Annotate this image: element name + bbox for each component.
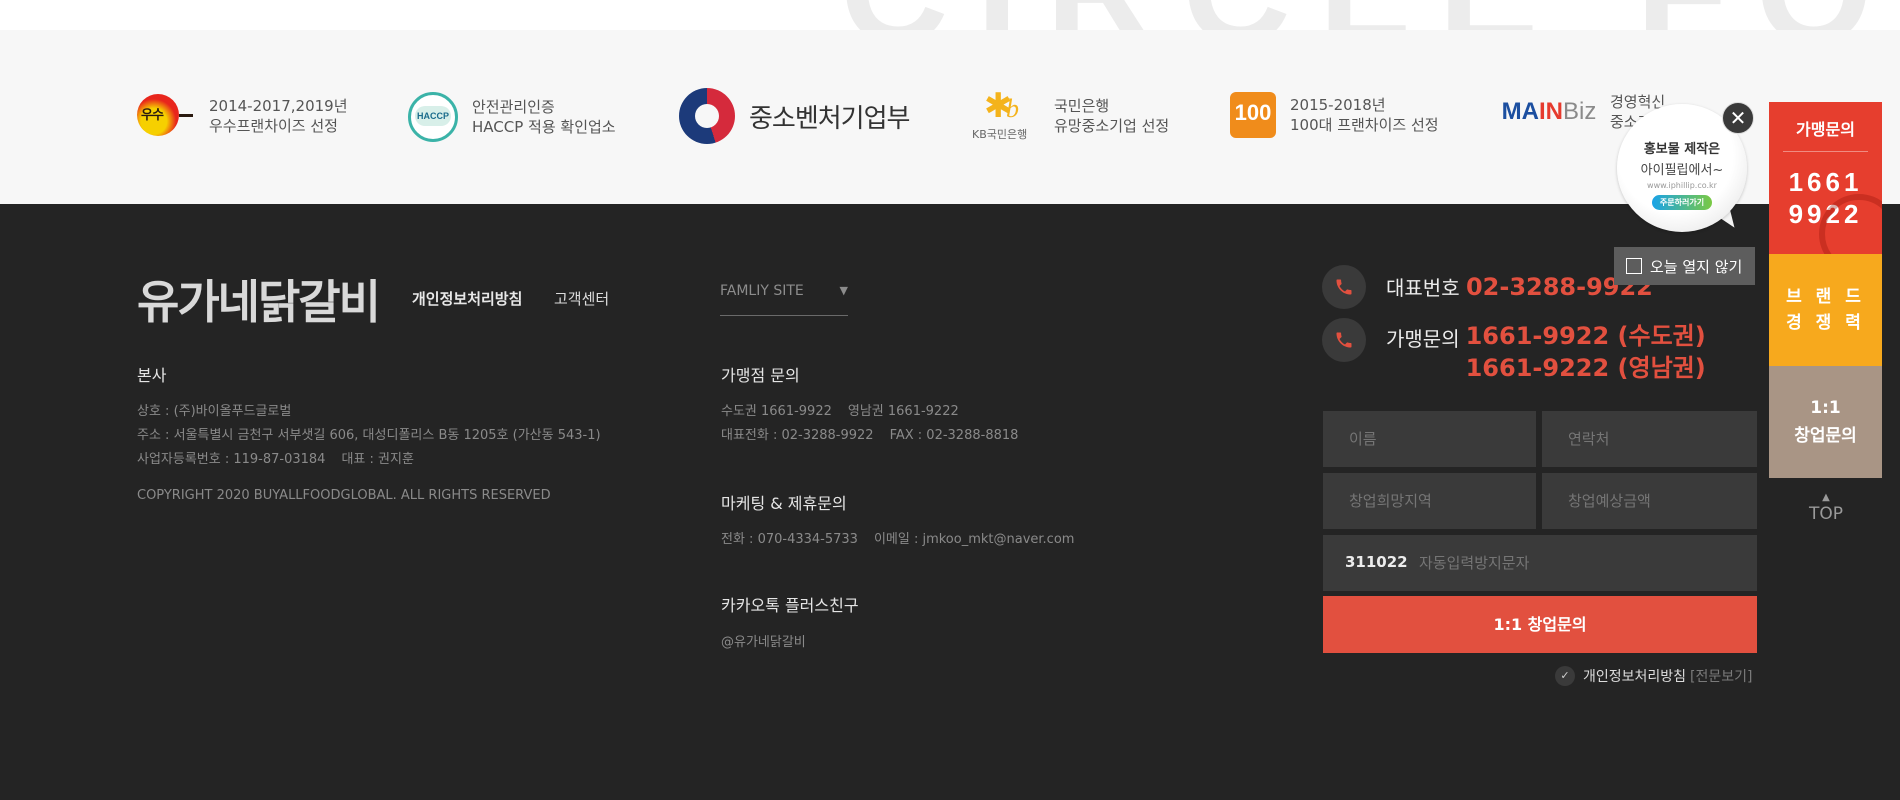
franchise-capital-number: 수도권 1661-9922: [721, 404, 832, 419]
popup-line-1: 홍보물 제작은: [1643, 142, 1721, 157]
check-icon[interactable]: ✓: [1555, 666, 1575, 686]
franchise-inquiry-title: 가맹점 문의: [721, 366, 800, 385]
cert-kb-bank: ✱ b KB국민은행 국민은행 유망중소기업 선정: [970, 86, 1170, 142]
budget-input[interactable]: [1568, 492, 1757, 510]
hq-info: 상호 : (주)바이올푸드글로벌 주소 : 서울특별시 금천구 서부샛길 606…: [137, 400, 601, 472]
cert-line-2: 유망중소기업 선정: [1054, 117, 1170, 135]
quick-franchise-number-1: 1661: [1788, 167, 1863, 197]
name-field[interactable]: [1323, 411, 1536, 467]
privacy-agree-label: 개인정보처리방침: [1583, 669, 1687, 685]
hq-ceo: 대표 : 권지훈: [341, 452, 414, 467]
copyright-text: COPYRIGHT 2020 BUYALLFOODGLOBAL. ALL RIG…: [137, 488, 551, 503]
brand-power-line-2: 경 쟁 력: [1786, 313, 1865, 333]
no-show-today-label: 오늘 열지 않기: [1650, 257, 1743, 276]
cert-line-1: 2014-2017,2019년: [209, 97, 348, 115]
chevron-down-icon: ▼: [839, 284, 848, 297]
franchise-phone-number-1[interactable]: 1661-9922 (수도권): [1466, 320, 1706, 352]
quick-menu: 가맹문의 1661 9922 브 랜 드 경 쟁 력 1:1 창업문의: [1769, 102, 1882, 478]
mainbiz-logo-icon: MA IN Biz: [1501, 98, 1597, 125]
ministry-sme-label: 중소벤처기업부: [749, 103, 910, 134]
popup-order-button[interactable]: 주문하러가기: [1651, 195, 1713, 210]
kb-bank-logo-icon: ✱ b KB국민은행: [972, 86, 1028, 141]
marketing-tel: 전화 : 070-4334-5733: [721, 532, 858, 547]
popup-url: www.iphillip.co.kr: [1647, 181, 1717, 190]
phone-icon: [1322, 318, 1366, 362]
consult-line-2: 창업문의: [1794, 426, 1857, 446]
arrow-up-icon: ▲: [1822, 492, 1830, 503]
quick-consult-button[interactable]: 1:1 창업문의: [1769, 366, 1882, 478]
phone-field[interactable]: [1542, 411, 1757, 467]
brand-power-line-1: 브 랜 드: [1786, 287, 1865, 307]
region-field[interactable]: [1323, 473, 1536, 529]
kakao-id: @유가네닭갈비: [721, 635, 806, 650]
main-phone-row: 대표번호 02-3288-9922: [1322, 265, 1653, 309]
cert-haccp: HACCP 안전관리인증 HACCP 적용 확인업소: [408, 92, 616, 142]
franchise-yeongnam-number: 영남권 1661-9222: [847, 404, 959, 419]
family-site-label: FAMLIY SITE: [720, 283, 804, 299]
quick-franchise-call[interactable]: 가맹문의 1661 9922: [1769, 102, 1882, 254]
cert-line-2: HACCP 적용 확인업소: [472, 118, 616, 136]
hq-title: 본사: [137, 366, 167, 385]
franchise-inquiry-info: 수도권 1661-9922 영남권 1661-9222 대표전화 : 02-328…: [721, 400, 1018, 448]
top-label: TOP: [1808, 504, 1844, 524]
region-input[interactable]: [1349, 492, 1536, 510]
ministry-sme-logo-icon: [679, 88, 735, 144]
franchise-phone-label: 가맹문의: [1386, 327, 1460, 351]
marketing-email: 이메일 : jmkoo_mkt@naver.com: [873, 532, 1075, 547]
customer-center-link[interactable]: 고객센터: [554, 288, 609, 309]
haccp-logo-icon: HACCP: [408, 92, 458, 142]
cert-best-franchise: 우수 2014-2017,2019년 우수프랜차이즈 선정: [137, 92, 348, 140]
cert-line-1: 안전관리인증: [472, 98, 555, 116]
main-phone-label: 대표번호: [1386, 276, 1460, 300]
name-input[interactable]: [1349, 430, 1536, 448]
quick-franchise-title: 가맹문의: [1783, 102, 1868, 152]
privacy-policy-link[interactable]: 개인정보처리방침: [412, 288, 522, 309]
haccp-badge-text: HACCP: [415, 106, 451, 126]
kakao-title: 카카오톡 플러스친구: [721, 596, 859, 615]
checkbox-icon[interactable]: [1626, 258, 1642, 274]
franchise-phone-number-2[interactable]: 1661-9222 (영남권): [1466, 352, 1706, 384]
captcha-input[interactable]: [1419, 554, 1757, 572]
cert-top100: 100 2015-2018년 100대 프랜차이즈 선정: [1230, 92, 1439, 138]
budget-field[interactable]: [1542, 473, 1757, 529]
certification-band: 우수 2014-2017,2019년 우수프랜차이즈 선정 HACCP 안전관리…: [0, 30, 1900, 204]
top100-logo-icon: 100: [1230, 92, 1276, 138]
footer-brand-logo[interactable]: 유가네닭갈비: [137, 266, 381, 332]
marketing-info: 전화 : 070-4334-5733 이메일 : jmkoo_mkt@naver.…: [721, 528, 1074, 552]
marketing-title: 마케팅 & 제휴문의: [721, 494, 847, 513]
franchise-phone-row: 가맹문의 1661-9922 (수도권) 1661-9222 (영남권): [1322, 318, 1706, 384]
consult-line-1: 1:1: [1810, 398, 1841, 418]
popup-line-2: 아이필립에서~: [1640, 163, 1724, 178]
cert-line-1: 국민은행: [1054, 97, 1110, 115]
scroll-top-button[interactable]: ▲ TOP: [1804, 492, 1848, 524]
kb-badge-text: KB국민은행: [972, 128, 1028, 141]
cert-line-1: 2015-2018년: [1290, 96, 1386, 114]
quick-brand-power-button[interactable]: 브 랜 드 경 쟁 력: [1769, 254, 1882, 366]
cert-line-2: 우수프랜차이즈 선정: [209, 117, 338, 135]
captcha-code: 311022: [1345, 553, 1408, 571]
best-franchise-logo-icon: 우수: [137, 92, 195, 140]
banner-watermark-text: CIRCLE FOOD: [840, 0, 1900, 30]
hq-address: 주소 : 서울특별시 금천구 서부샛길 606, 대성디폴리스 B동 1205호…: [137, 428, 601, 443]
no-show-today-checkbox[interactable]: 오늘 열지 않기: [1614, 247, 1755, 285]
main-tel: 대표전화 : 02-3288-9922: [721, 428, 874, 443]
submit-consult-button[interactable]: 1:1 창업문의: [1323, 596, 1757, 653]
privacy-full-link[interactable]: [전문보기]: [1690, 666, 1752, 686]
phone-icon: [1322, 265, 1366, 309]
fax-number: FAX : 02-3288-8818: [889, 428, 1019, 443]
family-site-select[interactable]: FAMLIY SITE ▼: [720, 280, 848, 316]
phone-input[interactable]: [1568, 430, 1757, 448]
cert-ministry-sme: 중소벤처기업부: [679, 88, 910, 144]
hq-bizno: 사업자등록번호 : 119-87-03184: [137, 452, 326, 467]
cert-line-2: 100대 프랜차이즈 선정: [1290, 116, 1439, 134]
hq-company: 상호 : (주)바이올푸드글로벌: [137, 404, 292, 419]
privacy-agree-checkbox[interactable]: ✓ 개인정보처리방침 [전문보기]: [1555, 666, 1753, 686]
top-banner: CIRCLE FOOD: [0, 0, 1900, 30]
close-icon[interactable]: ✕: [1722, 102, 1754, 134]
